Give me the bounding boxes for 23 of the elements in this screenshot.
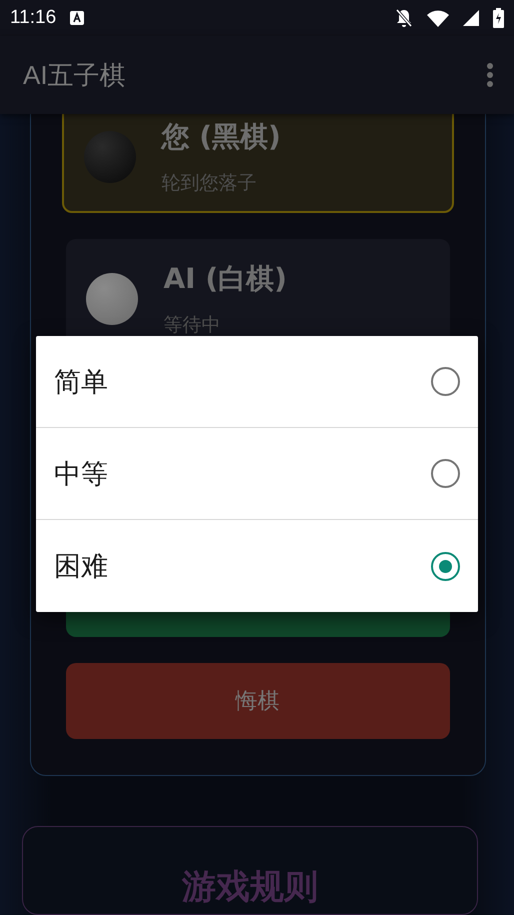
rules-title: 游戏规则 xyxy=(182,867,318,907)
player-name: AI (白棋) xyxy=(164,261,287,297)
more-options-icon[interactable] xyxy=(486,63,494,87)
difficulty-option[interactable]: 困难 xyxy=(36,520,478,612)
difficulty-option[interactable]: 中等 xyxy=(36,428,478,520)
radio-button[interactable] xyxy=(431,552,460,580)
wifi-icon xyxy=(427,10,449,26)
notification-icon xyxy=(70,11,84,25)
app-title: AI五子棋 xyxy=(23,58,126,92)
difficulty-option[interactable]: 简单 xyxy=(36,336,478,428)
signal-icon xyxy=(463,10,479,26)
option-label: 简单 xyxy=(54,366,108,400)
stone-icon xyxy=(86,273,138,325)
player-status: 等待中 xyxy=(164,313,222,338)
option-label: 困难 xyxy=(54,550,108,584)
player-status: 轮到您落子 xyxy=(162,170,258,196)
option-label: 中等 xyxy=(54,458,108,492)
radio-button[interactable] xyxy=(431,367,460,396)
radio-button[interactable] xyxy=(431,459,460,488)
bell-off-icon xyxy=(395,8,413,28)
battery-icon xyxy=(493,8,504,28)
status-time: 11:16 xyxy=(10,7,56,29)
player-name: 您 (黑棋) xyxy=(162,118,281,154)
